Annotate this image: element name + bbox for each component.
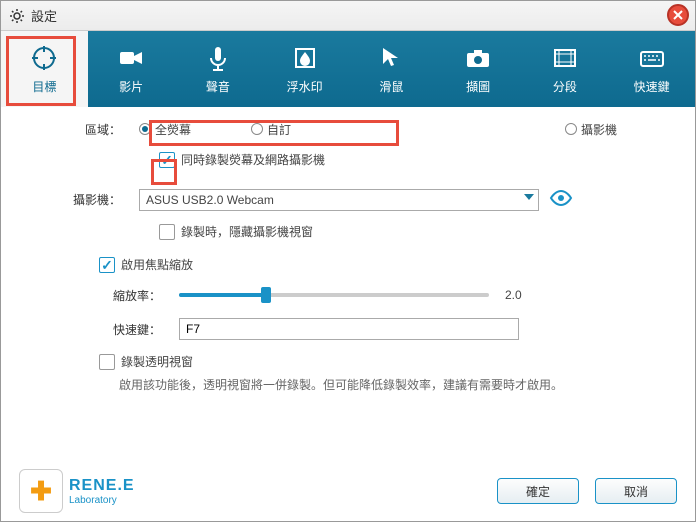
checkbox-transparent[interactable]	[99, 354, 115, 370]
tabbar: 目標 影片 聲音 浮水印 滑鼠 擷圖 分段 快速鍵	[1, 31, 695, 107]
webcam-label: 攝影機：	[19, 191, 139, 208]
tab-video[interactable]: 影片	[88, 31, 175, 107]
zoom-label: 縮放率：	[59, 287, 179, 304]
preview-eye-icon[interactable]	[549, 186, 573, 213]
zoom-slider[interactable]	[179, 285, 489, 305]
radio-camera[interactable]: 攝影機	[565, 121, 617, 138]
zoom-value: 2.0	[505, 288, 535, 302]
tab-mouse[interactable]: 滑鼠	[348, 31, 435, 107]
logo: ✚ RENE.E Laboratory	[19, 469, 135, 513]
transparent-desc: 啟用該功能後，透明視窗將一併錄製。但可能降低錄製效率，建議有需要時才啟用。	[119, 376, 677, 393]
cancel-button[interactable]: 取消	[595, 478, 677, 504]
chevron-down-icon	[524, 194, 534, 200]
hide-cam-label: 錄製時，隱藏攝影機視窗	[181, 223, 313, 240]
titlebar: 設定	[1, 1, 695, 31]
tab-screenshot[interactable]: 擷圖	[435, 31, 522, 107]
radio-custom[interactable]: 自訂	[251, 121, 291, 138]
window-title: 設定	[31, 6, 57, 25]
content: 區域： 全熒幕 自訂 攝影機 同時錄製熒幕及網路攝影機 攝影機： AS	[1, 107, 695, 393]
settings-window: 設定 目標 影片 聲音 浮水印 滑鼠 擷圖	[0, 0, 696, 522]
region-label: 區域：	[19, 121, 139, 138]
gear-icon	[9, 8, 25, 24]
simul-label: 同時錄製熒幕及網路攝影機	[181, 151, 325, 168]
logo-icon: ✚	[19, 469, 63, 513]
checkbox-hide-cam[interactable]	[159, 224, 175, 240]
ok-button[interactable]: 確定	[497, 478, 579, 504]
focus-zoom-label: 啟用焦點縮放	[121, 256, 193, 273]
tab-target[interactable]: 目標	[1, 31, 88, 107]
tab-segment[interactable]: 分段	[522, 31, 609, 107]
checkbox-focus-zoom[interactable]	[99, 257, 115, 273]
close-button[interactable]	[667, 4, 689, 26]
tab-watermark[interactable]: 浮水印	[261, 31, 348, 107]
tab-hotkey[interactable]: 快速鍵	[608, 31, 695, 107]
transparent-label: 錄製透明視窗	[121, 353, 193, 370]
hotkey-input[interactable]	[179, 318, 519, 340]
hotkey-label: 快速鍵：	[59, 321, 179, 338]
radio-fullscreen[interactable]: 全熒幕	[139, 121, 191, 138]
checkbox-simul[interactable]	[159, 152, 175, 168]
footer: ✚ RENE.E Laboratory 確定 取消	[1, 461, 695, 521]
webcam-select[interactable]: ASUS USB2.0 Webcam	[139, 189, 539, 211]
tab-audio[interactable]: 聲音	[175, 31, 262, 107]
